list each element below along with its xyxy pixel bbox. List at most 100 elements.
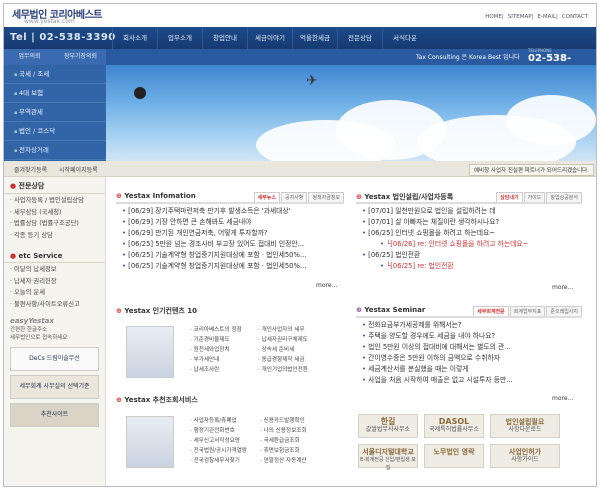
banner-dasol[interactable]: DASOL 국제특허법률사무소 [424, 414, 484, 438]
tab-notice[interactable]: 공지사항 [280, 192, 308, 202]
category-ecommerce[interactable]: 전자상거래 [4, 141, 106, 160]
tab-bookkeeping[interactable]: 장부기장의뢰 [55, 49, 106, 65]
info-more-link[interactable]: more... [316, 282, 337, 289]
seminar-item[interactable]: 간이영수증은 5만원 이하의 금액으로 수취하자 [356, 353, 582, 364]
tab-policy[interactable]: 정책자금정보 [308, 192, 344, 202]
tab-qna[interactable]: 상담내기 [496, 192, 523, 202]
tab-seminar-3[interactable]: 준으레입사지 [546, 306, 582, 316]
contents-link[interactable]: 원천세와업장치 [190, 345, 242, 355]
category-insurance[interactable]: 4대 보험 [4, 84, 106, 103]
util-home-link[interactable]: HOME [485, 14, 502, 20]
homepage-link[interactable]: 시작페이지등록 [59, 165, 98, 174]
contents-link[interactable]: 동급경향제작 세금 [258, 355, 308, 365]
satellite-icon [134, 87, 146, 99]
news-item[interactable]: [06/25] 기술계약형 창업중기지원대상에 포함 · 법인세50%... [116, 250, 344, 261]
etc-item[interactable]: 오늘의 운세 [10, 287, 99, 299]
etc-item[interactable]: 이달의 납세정보 [10, 264, 99, 276]
contents-link[interactable]: 개인기업의법인전환 [258, 365, 308, 375]
service-link[interactable]: 세무신고서작성요령 [190, 436, 247, 446]
promo-recommended[interactable]: 추천사이트 [10, 403, 99, 427]
contents-title: ⊕ Yestax 인기컨텐츠 10 [116, 307, 198, 315]
news-item[interactable]: [06/25] 5만원 넘는 경조사비 부고장 있어도 접대비 인정안... [116, 239, 344, 250]
service-link[interactable]: 국세환급금조회 [260, 436, 307, 446]
seminar-item[interactable]: 주택을 양도할 경우에도 세금을 내야 하나요? [356, 331, 582, 342]
service-link[interactable]: 전국법원/공시가격열람 [190, 446, 247, 456]
banner-hangil[interactable]: 한길 값쌀법무사사무소 [358, 414, 418, 438]
menu-tax-story[interactable]: 세금이야기 [247, 27, 292, 49]
news-item[interactable]: [06/29] 기장 안하면 큰 손해봐도 세금내야 [116, 217, 344, 228]
util-sitemap-link[interactable]: SITEMAP [508, 14, 532, 20]
contents-link[interactable]: 납세자권리구체제도 [258, 335, 308, 345]
service-link[interactable]: 전국검찰세무서찾기 [190, 456, 247, 466]
etc-item[interactable]: 불편사항/사이트오류신고 [10, 299, 99, 311]
qna-more-link[interactable]: more... [552, 284, 573, 291]
service-link[interactable]: 휴면보험금조회 [260, 446, 307, 456]
news-item[interactable]: [06/25] 기술계약형 창업중기지원대상에 포함 · 법인세50%... [116, 261, 344, 272]
category-corporate[interactable]: 법인 / 코스닥 [4, 122, 106, 141]
category-national-tax[interactable]: 국세 / 조세 [4, 65, 106, 84]
consult-item[interactable]: 각종 등기 상담 [10, 230, 99, 242]
menu-startup[interactable]: 창업안내 [202, 27, 247, 49]
contents-link[interactable]: 기준경비율제도 [190, 335, 242, 345]
qna-item[interactable]: [06/25] 인터넷 쇼핑몰을 하려고 하는데요~ [356, 228, 582, 239]
tab-seminar-1[interactable]: 세무회계전문 [473, 306, 509, 316]
cloud-shape [506, 95, 596, 145]
service-link[interactable]: 연말정산 자동계산 [260, 456, 307, 466]
qna-item[interactable]: [07/01] 살 아빠자는 체질이란 생각하시나요? [356, 217, 582, 228]
consult-item[interactable]: 사업자등록 / 법인설립상담 [10, 195, 99, 207]
banner-labor[interactable]: 노무법인 영락 [424, 444, 484, 468]
promo-criteria[interactable]: 세무회계 사무실의 선택기준 [10, 375, 99, 399]
seminar-more-link[interactable]: more... [552, 395, 573, 402]
quick-bar: 즐겨찾기등록 시작페이지등록 예비창 사업자 진실편 파트너가 되어드리겠습니다… [4, 161, 596, 177]
tab-seminar-2[interactable]: 회계업무지표 [509, 306, 546, 316]
tab-guide[interactable]: 가이드 [523, 192, 546, 202]
category-trade[interactable]: 무역관세 [4, 103, 106, 122]
seminar-item[interactable]: 세금계산서를 분실했을 때는 이렇게 [356, 364, 582, 375]
contents-link[interactable]: 코리아베스트의 정점 [190, 325, 242, 335]
etc-list: 이달의 납세정보 납세자 권리헌장 오늘의 운세 불편사항/사이트오류신고 [4, 263, 105, 311]
tab-tax-news[interactable]: 세무뉴스 [253, 192, 280, 202]
promo-decs[interactable]: DeCs 드림이슬무선 [10, 347, 99, 371]
main-menu: 회사소개 업무소개 창업안내 세금이야기 억울한세금 전문상담 서식다운 [112, 27, 427, 49]
banner-permit-guide[interactable]: 사업인허가 사항가이드 [490, 444, 560, 468]
seminar-item[interactable]: 법인 5만원 이상의 접대비에 대해서는 별도의 관... [356, 342, 582, 353]
qna-item[interactable]: [07/01] 일천만원으로 법인을 설립하려는 데 [356, 206, 582, 217]
hero-banner: ✈ [106, 65, 596, 161]
banner-seoul-digital[interactable]: 서울디지털대학교 E-회계전공 신입/편입생 모집 [358, 444, 418, 471]
consult-item[interactable]: 세무상담 (국세청) [10, 207, 99, 219]
news-item[interactable]: [06/29] 만기된 개인연금저축, 어떻게 투자할까? [116, 228, 344, 239]
tab-analysis[interactable]: 창업상공분석 [546, 192, 582, 202]
menu-forms[interactable]: 서식다운 [382, 27, 427, 49]
menu-consult[interactable]: 전문상담 [337, 27, 382, 49]
utility-nav: HOME| SITEMAP| E-MAIL| CONTACT [485, 14, 588, 20]
qna-item[interactable]: [06/25] 법인전환 [356, 250, 582, 261]
contents-link[interactable]: 부가세안내 [190, 355, 242, 365]
menu-company[interactable]: 회사소개 [112, 27, 157, 49]
util-contact-link[interactable]: CONTACT [562, 14, 588, 20]
service-link[interactable]: 나의 신용정보조회 [260, 426, 307, 436]
contents-col1: 코리아베스트의 정점 기준경비율제도 원천세와업장치 부가세안내 납세조사란 [190, 325, 242, 375]
contents-link[interactable]: 납세조사란 [190, 365, 242, 375]
main-nav: Tel | 02-538-3390 회사소개 업무소개 창업안내 세금이야기 억… [4, 27, 596, 49]
info-list: [06/29] 장기주택마련저축 만기후 발생소득은 '과세대상' [06/29… [116, 204, 344, 272]
seminar-item[interactable]: 사업을 처음 시작하여 매출은 없고 시설투자 등만... [356, 375, 582, 386]
service-link[interactable]: 신용카드발행확인 [260, 416, 307, 426]
menu-unfair-tax[interactable]: 억울한세금 [292, 27, 337, 49]
service-link[interactable]: 사업자등록/휴폐업 [190, 416, 247, 426]
banner-corp-download[interactable]: 법인설립필요 사항다운로드 [490, 414, 560, 438]
header-phone: Tel | 02-538-3390 [10, 32, 116, 43]
contents-link[interactable]: 상속세 준비세 [258, 345, 308, 355]
contents-link[interactable]: 개인사업자의 세무 [258, 325, 308, 335]
service-link[interactable]: 행정기관전화번호 [190, 426, 247, 436]
news-item[interactable]: [06/29] 장기주택마련저축 만기후 발생소득은 '과세대상' [116, 206, 344, 217]
qna-reply[interactable]: └[06/26] re: 인터넷 쇼핑몰을 하려고 하는데요~ [356, 239, 582, 250]
bookmark-link[interactable]: 즐겨찾기등록 [14, 165, 47, 174]
seminar-item[interactable]: 전화요금부가세공제를 위해서는? [356, 320, 582, 331]
etc-item[interactable]: 납세자 권리헌장 [10, 276, 99, 288]
util-email-link[interactable]: E-MAIL [537, 14, 556, 20]
easyyestax-logo[interactable]: easyYestax [4, 311, 105, 325]
tab-request-work[interactable]: 업무의뢰 [4, 49, 55, 65]
qna-reply[interactable]: └[06/25] re: 법인전환 [356, 261, 582, 272]
menu-business[interactable]: 업무소개 [157, 27, 202, 49]
consult-item[interactable]: 법률상담 (법률구조공단) [10, 218, 99, 230]
